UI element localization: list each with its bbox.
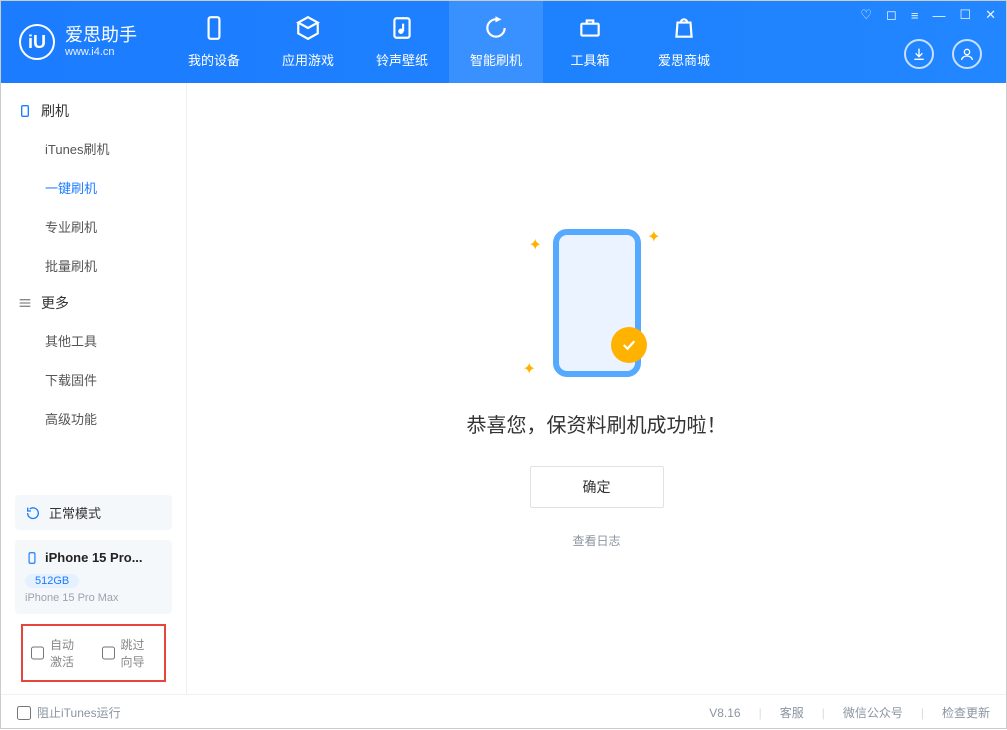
user-icon: [959, 46, 975, 62]
storage-badge: 512GB: [25, 574, 79, 588]
success-illustration: ✦ ✦ ✦: [527, 229, 667, 389]
sidebar-item-advanced[interactable]: 高级功能: [1, 399, 186, 438]
nav-label: 工具箱: [570, 50, 609, 69]
skip-guide-label: 跳过向导: [121, 636, 157, 670]
menu-icon[interactable]: ≡: [911, 8, 919, 23]
footer: 阻止iTunes运行 V8.16 | 客服 | 微信公众号 | 检查更新: [1, 694, 1006, 730]
nav-label: 应用游戏: [282, 50, 334, 69]
auto-activate-input[interactable]: [31, 646, 44, 660]
nav-apps[interactable]: 应用游戏: [261, 1, 355, 83]
body: 刷机 iTunes刷机 一键刷机 专业刷机 批量刷机 更多 其他工具 下载固件 …: [1, 83, 1006, 694]
shopping-bag-icon: [671, 15, 697, 44]
phone-small-icon: [25, 551, 39, 565]
success-message: 恭喜您，保资料刷机成功啦！: [467, 409, 727, 438]
nav-label: 我的设备: [188, 50, 240, 69]
support-link[interactable]: 客服: [780, 704, 804, 721]
sidebar-group-more[interactable]: 更多: [1, 285, 186, 321]
device-info-box[interactable]: iPhone 15 Pro... 512GB iPhone 15 Pro Max: [15, 540, 172, 614]
sparkle-icon: ✦: [647, 227, 660, 247]
nav-label: 智能刷机: [470, 50, 522, 69]
device-model: iPhone 15 Pro Max: [25, 592, 162, 604]
device-name: iPhone 15 Pro...: [45, 550, 143, 565]
block-itunes-label: 阻止iTunes运行: [37, 704, 121, 721]
block-itunes-input[interactable]: [17, 706, 31, 720]
phone-illustration: [553, 229, 641, 377]
nav-toolbox[interactable]: 工具箱: [543, 1, 637, 83]
account-button[interactable]: [952, 39, 982, 69]
separator: |: [759, 706, 762, 720]
sidebar-item-download-firmware[interactable]: 下载固件: [1, 360, 186, 399]
sidebar-bottom: 正常模式 iPhone 15 Pro... 512GB iPhone 15 Pr…: [1, 495, 186, 694]
refresh-shield-icon: [483, 15, 509, 44]
update-link[interactable]: 检查更新: [942, 704, 990, 721]
skip-guide-checkbox[interactable]: 跳过向导: [102, 636, 157, 670]
skip-guide-input[interactable]: [102, 646, 115, 660]
footer-right: V8.16 | 客服 | 微信公众号 | 检查更新: [709, 704, 990, 721]
nav-ringtones[interactable]: 铃声壁纸: [355, 1, 449, 83]
phone-icon: [201, 15, 227, 44]
download-manager-button[interactable]: [904, 39, 934, 69]
music-file-icon: [389, 15, 415, 44]
mode-label: 正常模式: [49, 503, 101, 522]
sidebar-item-batch-flash[interactable]: 批量刷机: [1, 246, 186, 285]
nav-my-device[interactable]: 我的设备: [167, 1, 261, 83]
header-right-actions: [904, 39, 982, 69]
auto-activate-label: 自动激活: [50, 636, 86, 670]
maximize-icon[interactable]: ☐: [959, 7, 971, 23]
minimize-icon[interactable]: —: [932, 8, 945, 23]
cube-icon: [295, 15, 321, 44]
device-mode-box[interactable]: 正常模式: [15, 495, 172, 530]
app-site: www.i4.cn: [65, 46, 137, 58]
block-itunes-checkbox[interactable]: 阻止iTunes运行: [17, 704, 121, 721]
briefcase-icon: [577, 15, 603, 44]
nav-label: 铃声壁纸: [376, 50, 428, 69]
confirm-button[interactable]: 确定: [530, 466, 664, 508]
download-icon: [911, 46, 927, 62]
nav-label: 爱思商城: [658, 50, 710, 69]
wechat-link[interactable]: 微信公众号: [843, 704, 903, 721]
sidebar-item-itunes-flash[interactable]: iTunes刷机: [1, 129, 186, 168]
sparkle-icon: ✦: [529, 235, 542, 255]
feedback-icon[interactable]: ♡: [860, 7, 872, 23]
device-icon: [17, 103, 33, 119]
group-title: 更多: [41, 293, 69, 313]
sidebar-item-pro-flash[interactable]: 专业刷机: [1, 207, 186, 246]
app-name: 爱思助手: [65, 26, 137, 46]
view-log-link[interactable]: 查看日志: [572, 532, 620, 549]
highlight-options-box: 自动激活 跳过向导: [21, 624, 166, 682]
logo-icon: iU: [19, 24, 55, 60]
nav-store[interactable]: 爱思商城: [637, 1, 731, 83]
sidebar-item-other-tools[interactable]: 其他工具: [1, 321, 186, 360]
separator: |: [921, 706, 924, 720]
top-header: iU 爱思助手 www.i4.cn 我的设备 应用游戏 铃声壁纸 智能刷机 工具…: [1, 1, 1006, 83]
sidebar-group-flash[interactable]: 刷机: [1, 93, 186, 129]
success-badge: [611, 327, 647, 363]
check-icon: [620, 336, 638, 354]
list-icon: [17, 295, 33, 311]
separator: |: [822, 706, 825, 720]
auto-activate-checkbox[interactable]: 自动激活: [31, 636, 86, 670]
group-title: 刷机: [41, 101, 69, 121]
close-icon[interactable]: ✕: [985, 7, 996, 23]
app-logo: iU 爱思助手 www.i4.cn: [19, 24, 137, 60]
phone-link-icon[interactable]: ◻: [886, 7, 897, 23]
device-name-row: iPhone 15 Pro...: [25, 550, 162, 565]
main-panel: ✦ ✦ ✦ 恭喜您，保资料刷机成功啦！ 确定 查看日志: [187, 83, 1006, 694]
nav-flash[interactable]: 智能刷机: [449, 1, 543, 83]
version-label: V8.16: [709, 706, 740, 720]
sidebar-item-oneclick-flash[interactable]: 一键刷机: [1, 168, 186, 207]
top-nav: 我的设备 应用游戏 铃声壁纸 智能刷机 工具箱 爱思商城: [167, 1, 731, 83]
sidebar: 刷机 iTunes刷机 一键刷机 专业刷机 批量刷机 更多 其他工具 下载固件 …: [1, 83, 187, 694]
refresh-icon: [25, 505, 41, 521]
window-controls: ♡ ◻ ≡ — ☐ ✕: [860, 7, 996, 23]
sparkle-icon: ✦: [523, 359, 536, 379]
